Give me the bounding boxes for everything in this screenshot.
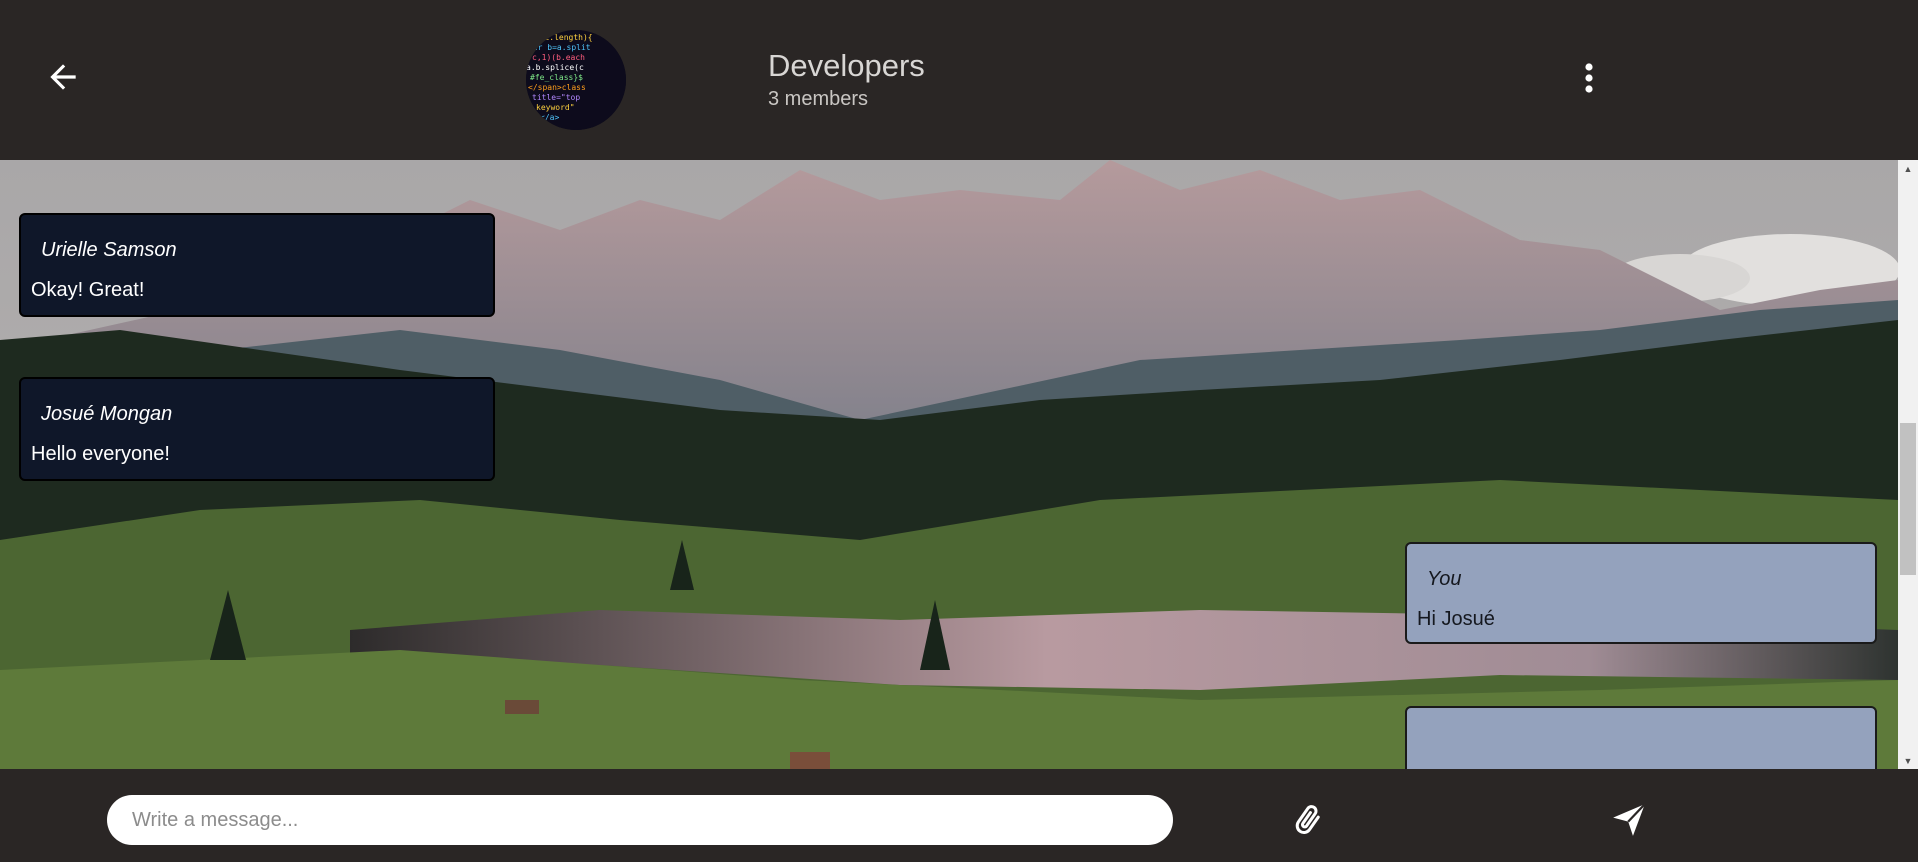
scroll-up-arrow-icon[interactable]: ▲ <box>1898 160 1918 177</box>
svg-text:a.b.splice(c: a.b.splice(c <box>526 63 584 72</box>
message-list[interactable]: ▲ ▼ Urielle Samson Okay! Great! Josué Mo… <box>0 160 1918 769</box>
send-icon[interactable] <box>1610 801 1648 839</box>
svg-text:</span>class: </span>class <box>528 83 586 92</box>
message-sender: Urielle Samson <box>41 239 177 261</box>
svg-text:#fe_class}$: #fe_class}$ <box>530 73 583 82</box>
svg-text:</a>: </a> <box>540 113 559 122</box>
scroll-down-arrow-icon[interactable]: ▼ <box>1898 752 1918 769</box>
svg-text:var b=a.split: var b=a.split <box>528 43 591 52</box>
message-text: Hello everyone! <box>31 443 170 465</box>
scroll-thumb[interactable] <box>1900 423 1916 575</box>
message-bubble: Urielle Samson Okay! Great! <box>19 213 495 317</box>
svg-text:if(c.length){: if(c.length){ <box>530 33 593 42</box>
message-composer <box>0 769 1918 862</box>
message-text: Hi Josué <box>1417 608 1495 630</box>
more-vertical-icon[interactable] <box>1576 62 1602 94</box>
svg-text:keyword": keyword" <box>536 103 575 112</box>
message-input[interactable] <box>107 795 1173 845</box>
svg-text:title="top: title="top <box>532 93 580 102</box>
group-avatar[interactable]: if(c.length){ var b=a.split c,1)(b.each … <box>526 30 626 130</box>
message-bubble: Josué Mongan Hello everyone! <box>19 377 495 481</box>
svg-text:c,1)(b.each: c,1)(b.each <box>532 53 585 62</box>
message-bubble-own-partial <box>1405 706 1877 769</box>
chat-header: if(c.length){ var b=a.split c,1)(b.each … <box>0 0 1918 160</box>
message-bubble-own: You Hi Josué <box>1405 542 1877 644</box>
group-name: Developers <box>768 48 925 83</box>
message-text: Okay! Great! <box>31 279 145 301</box>
message-sender: You <box>1427 568 1462 590</box>
arrow-left-icon[interactable] <box>44 58 82 96</box>
group-member-count: 3 members <box>768 88 869 110</box>
scrollbar[interactable]: ▲ ▼ <box>1898 160 1918 769</box>
paperclip-icon[interactable] <box>1290 802 1326 838</box>
message-sender: Josué Mongan <box>41 403 173 425</box>
